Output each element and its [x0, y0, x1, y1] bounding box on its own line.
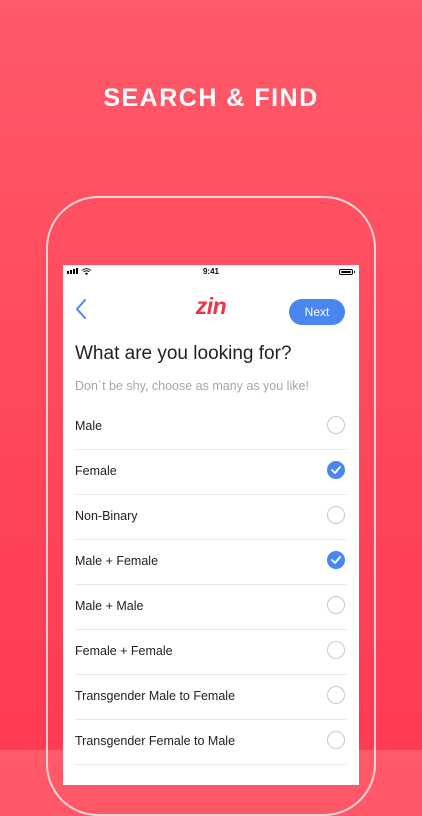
- headline: SEARCH & FIND: [103, 84, 319, 112]
- battery-icon: [339, 269, 355, 275]
- option-male[interactable]: Male: [75, 405, 347, 450]
- option-label: Male + Female: [75, 554, 159, 568]
- nav-bar: zin Next: [63, 279, 359, 329]
- page-subtitle: Don`t be shy, choose as many as you like…: [75, 379, 309, 393]
- option-female[interactable]: Female: [75, 450, 347, 495]
- radio-button[interactable]: [327, 416, 345, 434]
- option-label: Female + Female: [75, 644, 173, 658]
- option-label: Female: [75, 464, 117, 478]
- option-label: Transgender Female to Male: [75, 734, 236, 748]
- app-screen: 9:41 zin Next What are you looking for? …: [63, 265, 359, 785]
- option-label: Transgender Male to Female: [75, 689, 236, 703]
- checkmark-icon: [331, 466, 341, 474]
- option-non-binary[interactable]: Non-Binary: [75, 495, 347, 540]
- radio-button[interactable]: [327, 551, 345, 569]
- status-time: 9:41: [202, 267, 219, 276]
- option-male-female[interactable]: Male + Female: [75, 540, 347, 585]
- options-list: Male Female Non-Binary Male + Female Mal…: [63, 405, 359, 765]
- page-title: What are you looking for?: [75, 343, 292, 364]
- next-button[interactable]: Next: [289, 299, 345, 325]
- option-label: Non-Binary: [75, 509, 138, 523]
- checkmark-icon: [331, 556, 341, 564]
- radio-button[interactable]: [327, 506, 345, 524]
- option-label: Male + Male: [75, 599, 144, 613]
- radio-button[interactable]: [327, 731, 345, 749]
- radio-button[interactable]: [327, 596, 345, 614]
- option-label: Male: [75, 419, 103, 433]
- status-bar: 9:41: [63, 265, 359, 279]
- radio-button[interactable]: [327, 641, 345, 659]
- option-male-male[interactable]: Male + Male: [75, 585, 347, 630]
- option-trans-ftm[interactable]: Transgender Female to Male: [75, 720, 347, 765]
- option-female-female[interactable]: Female + Female: [75, 630, 347, 675]
- radio-button[interactable]: [327, 461, 345, 479]
- radio-button[interactable]: [327, 686, 345, 704]
- option-trans-mtf[interactable]: Transgender Male to Female: [75, 675, 347, 720]
